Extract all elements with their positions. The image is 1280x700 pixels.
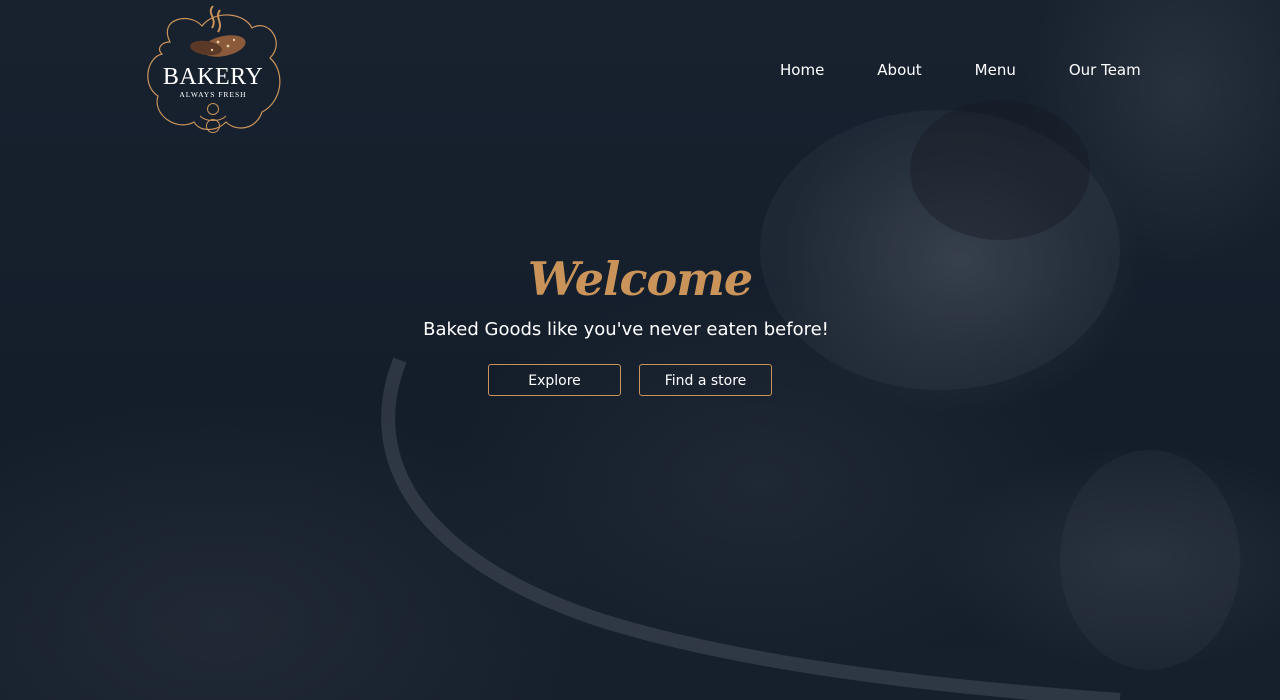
hero-content: Welcome Baked Goods like you've never ea… [0,248,1280,396]
find-a-store-button[interactable]: Find a store [639,364,772,396]
svg-text:ALWAYS FRESH: ALWAYS FRESH [179,90,246,99]
hero-buttons: Explore Find a store [0,364,1280,396]
welcome-heading: Welcome [527,252,753,306]
hero-section: BAKERY ALWAYS FRESH Home About Menu Our … [0,0,1280,700]
main-nav: Home About Menu Our Team [780,60,1141,80]
nav-about-link[interactable]: About [877,60,921,80]
bakery-logo[interactable]: BAKERY ALWAYS FRESH [140,2,286,138]
svg-text:BAKERY: BAKERY [163,64,263,90]
nav-our-team-link[interactable]: Our Team [1069,60,1141,80]
nav-home-link[interactable]: Home [780,60,824,80]
nav-menu-link[interactable]: Menu [975,60,1016,80]
hero-subheading: Baked Goods like you've never eaten befo… [423,319,829,340]
explore-button[interactable]: Explore [488,364,621,396]
